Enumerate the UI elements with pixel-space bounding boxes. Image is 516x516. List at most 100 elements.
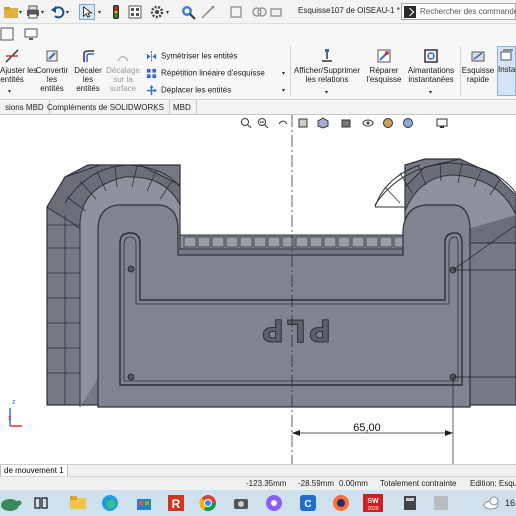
- search-view-icon[interactable]: [180, 4, 196, 20]
- undo-icon[interactable]: [50, 4, 66, 20]
- dimension-value[interactable]: 65,00: [353, 422, 381, 434]
- open-dropdown-icon[interactable]: ▾: [19, 9, 22, 16]
- instant2d-button[interactable]: Insta: [497, 46, 516, 96]
- file-properties-icon[interactable]: [127, 4, 143, 20]
- symetriser-label: Symétriser les entités: [161, 51, 238, 61]
- afficher-relations-button[interactable]: Afficher/Supprimer les relations: [293, 48, 361, 84]
- turtle-widget-icon[interactable]: [0, 493, 22, 513]
- tab-solidworks-addins[interactable]: Compléments de SOLIDWORKS: [42, 100, 170, 115]
- aimantations-dropdown-icon[interactable]: ▾: [429, 89, 432, 96]
- options-gear-icon[interactable]: [149, 4, 165, 20]
- store-icon[interactable]: [134, 493, 154, 513]
- title-bar: ▾ ▾ ▾ ▾ ▾ Esquisse107 de OISEAU-1 * Rech…: [0, 0, 516, 24]
- taskbar-clock: 16: [505, 498, 516, 508]
- svg-text:SW: SW: [367, 498, 379, 505]
- convertir-entites-button[interactable]: Convertir les entités: [33, 48, 71, 93]
- engraved-logo-text: PLP: [259, 312, 331, 347]
- command-tabs: sions MBD Compléments de SOLIDWORKS MBD: [0, 100, 516, 115]
- decalage-surface-button[interactable]: Décalage sur la surface: [104, 48, 142, 93]
- task-view-icon[interactable]: [31, 493, 51, 513]
- move-entities-icon: [146, 85, 157, 96]
- print-icon[interactable]: [25, 4, 41, 20]
- smart-dimension-icon[interactable]: [200, 4, 216, 20]
- triad-z-label: z: [12, 399, 16, 406]
- motion-tab-label: de mouvement 1: [4, 466, 64, 475]
- sketch-tool-icon[interactable]: [228, 4, 244, 20]
- status-z-coordinate: 0.00mm: [339, 479, 368, 488]
- deplacer-dropdown-icon[interactable]: ▾: [282, 87, 285, 94]
- solidworks-window: ▾ ▾ ▾ ▾ ▾ Esquisse107 de OISEAU-1 * Rech…: [0, 0, 516, 516]
- graphics-area[interactable]: PLP 65,00 z x: [0, 115, 516, 464]
- app-icon-generic[interactable]: [431, 493, 451, 513]
- svg-text:C: C: [304, 499, 311, 510]
- ajuster-label: Ajuster les entités: [0, 66, 38, 84]
- status-x-coordinate: -123.35mm: [246, 479, 287, 488]
- status-bar: -123.35mm -28.59mm 0.00mm Totalement con…: [0, 476, 516, 490]
- esquisse-rapide-label: Esquisse rapide: [461, 66, 495, 84]
- offset-entities-icon: [83, 50, 94, 62]
- trim-entities-icon: [5, 49, 19, 63]
- status-y-coordinate: -28.59mm: [298, 479, 335, 488]
- triad-x-label: x: [8, 415, 12, 422]
- undo-dropdown-icon[interactable]: ▾: [66, 9, 69, 16]
- repair-sketch-icon: [377, 49, 391, 63]
- chrome-icon[interactable]: [198, 493, 218, 513]
- command-prompt-icon: [404, 6, 416, 18]
- assembly-icon[interactable]: [268, 4, 284, 20]
- command-manager-ribbon: Ajuster les entités ▾ Convertir les enti…: [0, 24, 516, 100]
- afficher-dropdown-icon[interactable]: ▾: [325, 89, 328, 96]
- command-search-box[interactable]: Rechercher des commandes: [401, 3, 516, 20]
- windows-taskbar: R C SW 2020 16: [0, 490, 516, 516]
- open-folder-icon[interactable]: [3, 4, 19, 20]
- mirror-entities-icon: [146, 51, 157, 62]
- sketch-small-icon[interactable]: [0, 27, 14, 41]
- repetition-label: Répétition linéaire d'esquisse: [161, 68, 265, 78]
- reparer-esquisse-button[interactable]: Réparer l'esquisse: [364, 48, 404, 84]
- status-edition: Edition: Esqu: [470, 479, 516, 488]
- camera-app-icon[interactable]: [231, 493, 251, 513]
- offset-on-surface-icon: [117, 55, 129, 62]
- aimantations-button[interactable]: Aimantations instantanées: [406, 48, 456, 84]
- calculator-icon[interactable]: [400, 493, 420, 513]
- select-dropdown-icon[interactable]: ▾: [98, 9, 101, 16]
- tab-label: MBD: [173, 103, 191, 112]
- rebuild-traffic-light-icon[interactable]: [108, 4, 124, 20]
- weather-icon[interactable]: [482, 493, 502, 513]
- options-dropdown-icon[interactable]: ▾: [166, 9, 169, 16]
- solidworks-taskbar-icon[interactable]: SW2020: [362, 493, 384, 513]
- motion-tab-bar: de mouvement 1: [0, 464, 516, 477]
- mate-icon[interactable]: [251, 4, 267, 20]
- svg-text:2020: 2020: [367, 506, 378, 512]
- print-dropdown-icon[interactable]: ▾: [41, 9, 44, 16]
- select-pointer-icon[interactable]: [79, 4, 95, 20]
- firefox-icon[interactable]: [331, 493, 351, 513]
- battlement-bricks: [183, 236, 404, 248]
- convert-entities-icon: [46, 50, 58, 62]
- file-explorer-icon[interactable]: [68, 493, 88, 513]
- svg-text:R: R: [172, 497, 181, 511]
- deplacer-entites-button[interactable]: Déplacer les entités: [146, 85, 231, 96]
- recap-app-icon[interactable]: R: [166, 493, 186, 513]
- decalage-surface-label: Décalage sur la surface: [106, 66, 140, 93]
- ajuster-entites-button[interactable]: Ajuster les entités: [0, 48, 37, 84]
- display-relations-icon: [322, 49, 332, 62]
- repetition-lineaire-button[interactable]: Répétition linéaire d'esquisse: [146, 68, 265, 79]
- edge-browser-icon[interactable]: [100, 493, 120, 513]
- rapid-sketch-icon: [471, 51, 485, 62]
- ajuster-dropdown-icon[interactable]: ▾: [8, 88, 11, 95]
- symetriser-entites-button[interactable]: Symétriser les entités: [146, 51, 237, 62]
- photos-app-icon[interactable]: [264, 493, 284, 513]
- status-constraint: Totalement contrainte: [380, 479, 457, 488]
- repetition-dropdown-icon[interactable]: ▾: [282, 70, 285, 77]
- linear-pattern-icon: [146, 68, 157, 79]
- esquisse-rapide-button[interactable]: Esquisse rapide: [461, 48, 495, 84]
- dimension-arrow-right: [445, 430, 453, 436]
- aimantations-label: Aimantations instantanées: [407, 66, 455, 84]
- monitor-small-icon[interactable]: [24, 27, 38, 41]
- deplacer-label: Déplacer les entités: [161, 85, 232, 95]
- cortana-app-icon[interactable]: C: [298, 493, 318, 513]
- decaler-entites-button[interactable]: Décaler les entités: [73, 48, 103, 93]
- decaler-label: Décaler les entités: [74, 66, 102, 93]
- convertir-label: Convertir les entités: [35, 66, 69, 93]
- tab-mbd[interactable]: MBD: [168, 100, 197, 115]
